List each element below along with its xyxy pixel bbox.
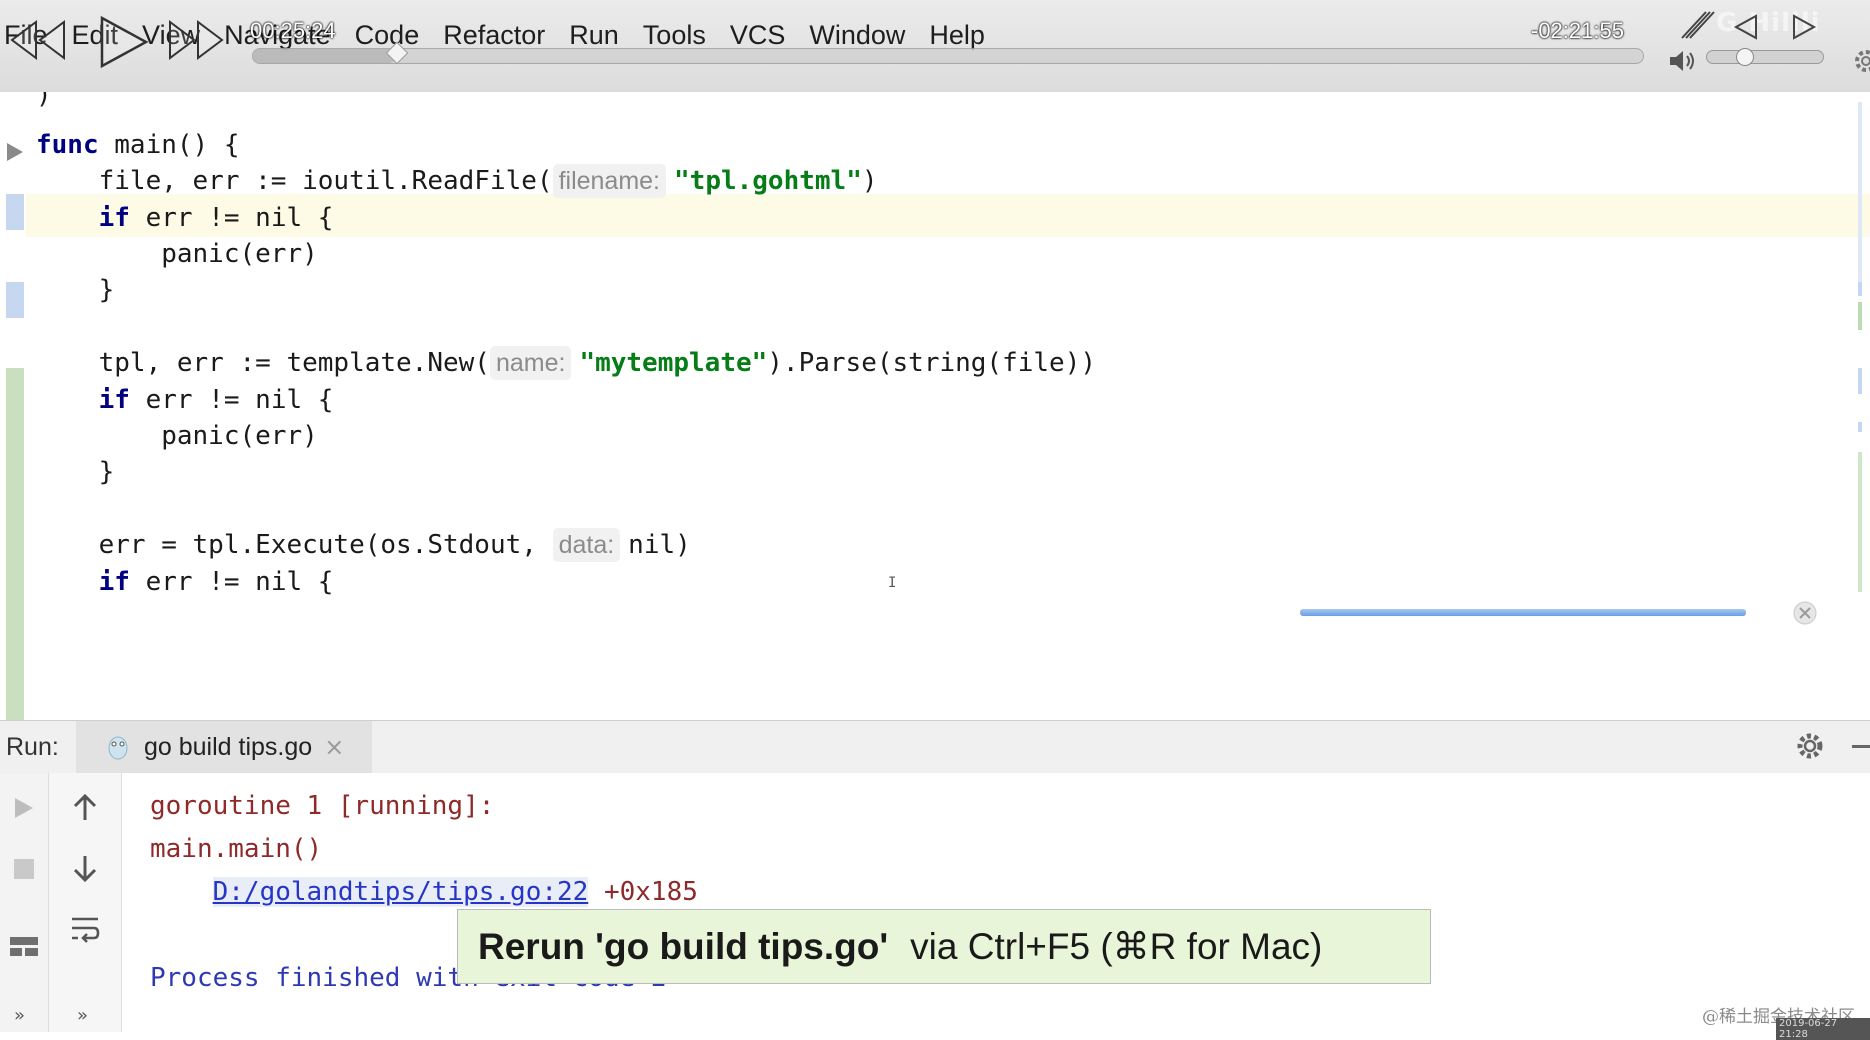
- code-line: ): [36, 92, 52, 117]
- fast-forward-icon[interactable]: [164, 18, 228, 62]
- recording-timestamp: 2019-06-27 21:28: [1776, 1018, 1870, 1040]
- menu-code[interactable]: Code: [343, 20, 432, 51]
- string-literal: "tpl.gohtml": [674, 166, 862, 196]
- keyword-if: if: [98, 385, 130, 415]
- gutter-change-marker: [6, 368, 24, 720]
- code-line: }: [36, 269, 115, 312]
- scroll-marker: [1858, 422, 1862, 432]
- rerun-icon[interactable]: [12, 795, 36, 821]
- run-toolbar-primary: »: [0, 773, 49, 1032]
- soft-wrap-icon[interactable]: [69, 913, 101, 945]
- rerun-shortcut-tooltip: Rerun 'go build tips.go' via Ctrl+F5 (⌘R…: [457, 909, 1431, 984]
- stacktrace-link[interactable]: D:/golandtips/tips.go:22: [212, 877, 589, 907]
- menu-tools[interactable]: Tools: [631, 20, 718, 51]
- output-line: goroutine 1 [running]:: [150, 791, 495, 821]
- code-text: main() {: [98, 130, 240, 160]
- tooltip-action: Rerun 'go build tips.go': [478, 925, 889, 967]
- run-tab[interactable]: go build tips.go ×: [76, 721, 373, 773]
- run-panel-label: Run:: [6, 733, 59, 761]
- keyword-if: if: [98, 567, 130, 597]
- run-tab-label: go build tips.go: [144, 732, 313, 761]
- parameter-hint: name:: [489, 346, 572, 380]
- menu-help[interactable]: Help: [917, 20, 997, 51]
- minimize-icon[interactable]: [1852, 745, 1870, 748]
- menu-refactor[interactable]: Refactor: [431, 20, 557, 51]
- run-gutter-icon[interactable]: [4, 140, 26, 164]
- menu-run[interactable]: Run: [557, 20, 631, 51]
- more-icon[interactable]: »: [77, 1005, 88, 1026]
- scroll-marker: [1858, 302, 1862, 330]
- menu-vcs[interactable]: VCS: [718, 20, 798, 51]
- rewind-icon[interactable]: [6, 18, 70, 62]
- code-text: panic(err): [36, 421, 318, 451]
- code-text: }: [36, 457, 115, 487]
- gear-icon[interactable]: [1795, 731, 1825, 761]
- menu-bar: File Edit View Navigate Code Refactor Ru…: [0, 0, 1870, 93]
- code-text: nil): [628, 530, 691, 560]
- output-text: +0x185: [588, 877, 698, 907]
- code-text: ): [36, 92, 52, 110]
- code-editor[interactable]: ) func main() { file, err := ioutil.Read…: [0, 92, 1870, 720]
- gutter-bookmark: [6, 282, 24, 318]
- layout-icon[interactable]: [8, 933, 40, 959]
- stop-icon[interactable]: [12, 857, 36, 881]
- code-text: panic(err): [36, 239, 318, 269]
- play-icon[interactable]: [96, 14, 152, 70]
- code-text: err != nil {: [129, 567, 334, 597]
- background-task-progress: [1300, 609, 1746, 616]
- code-text: }: [36, 275, 115, 305]
- code-text: ): [861, 166, 878, 196]
- editor-gutter: [0, 92, 26, 720]
- code-text: err != nil {: [129, 203, 334, 233]
- scroll-marker: [1858, 102, 1862, 292]
- arrow-down-icon[interactable]: [71, 853, 99, 883]
- text-cursor-icon: I: [888, 575, 897, 591]
- run-toolbar-secondary: »: [49, 773, 122, 1032]
- scroll-marker: [1858, 368, 1862, 394]
- output-line: main.main(): [150, 834, 323, 864]
- gopher-icon: [108, 736, 128, 760]
- playlist-controls[interactable]: [1680, 8, 1820, 44]
- parameter-hint: data:: [552, 528, 621, 562]
- run-panel-header: Run: go build tips.go ×: [0, 720, 1870, 774]
- volume-icon[interactable]: [1668, 48, 1698, 74]
- output-line: D:/golandtips/tips.go:22 +0x185: [150, 871, 698, 914]
- string-literal: "mytemplate": [579, 348, 768, 378]
- code-line: }: [36, 451, 115, 494]
- code-text: tpl, err := template.New(: [36, 348, 490, 378]
- code-text: file, err := ioutil.ReadFile(: [36, 166, 553, 196]
- gear-icon[interactable]: [1846, 46, 1870, 76]
- remaining-time: -02:21:55: [1531, 18, 1624, 43]
- more-icon[interactable]: »: [14, 1005, 25, 1026]
- scroll-marker: [1858, 282, 1862, 296]
- code-text: err != nil {: [129, 385, 334, 415]
- arrow-up-icon[interactable]: [71, 793, 99, 823]
- keyword-func: func: [36, 130, 99, 160]
- volume-thumb[interactable]: [1736, 48, 1754, 66]
- code-line: if err != nil {: [36, 561, 334, 604]
- code-text: ).Parse(string(file)): [767, 348, 1097, 378]
- menu-window[interactable]: Window: [797, 20, 917, 51]
- seek-bar-fill: [253, 49, 397, 63]
- keyword-if: if: [98, 203, 130, 233]
- run-output-panel: » » goroutine 1 [running]: main.main() D…: [0, 773, 1870, 1032]
- elapsed-time: 00:25:24: [250, 18, 336, 43]
- gutter-bookmark: [6, 194, 24, 230]
- tooltip-shortcut: via Ctrl+F5 (⌘R for Mac): [910, 926, 1323, 967]
- parameter-hint: filename:: [552, 164, 667, 198]
- close-icon[interactable]: ×: [324, 733, 344, 761]
- code-text: err = tpl.Execute(os.Stdout,: [36, 530, 553, 560]
- close-icon[interactable]: [1792, 600, 1818, 626]
- scroll-marker: [1858, 452, 1862, 592]
- seek-bar[interactable]: [252, 41, 1644, 65]
- volume-slider[interactable]: [1706, 48, 1824, 66]
